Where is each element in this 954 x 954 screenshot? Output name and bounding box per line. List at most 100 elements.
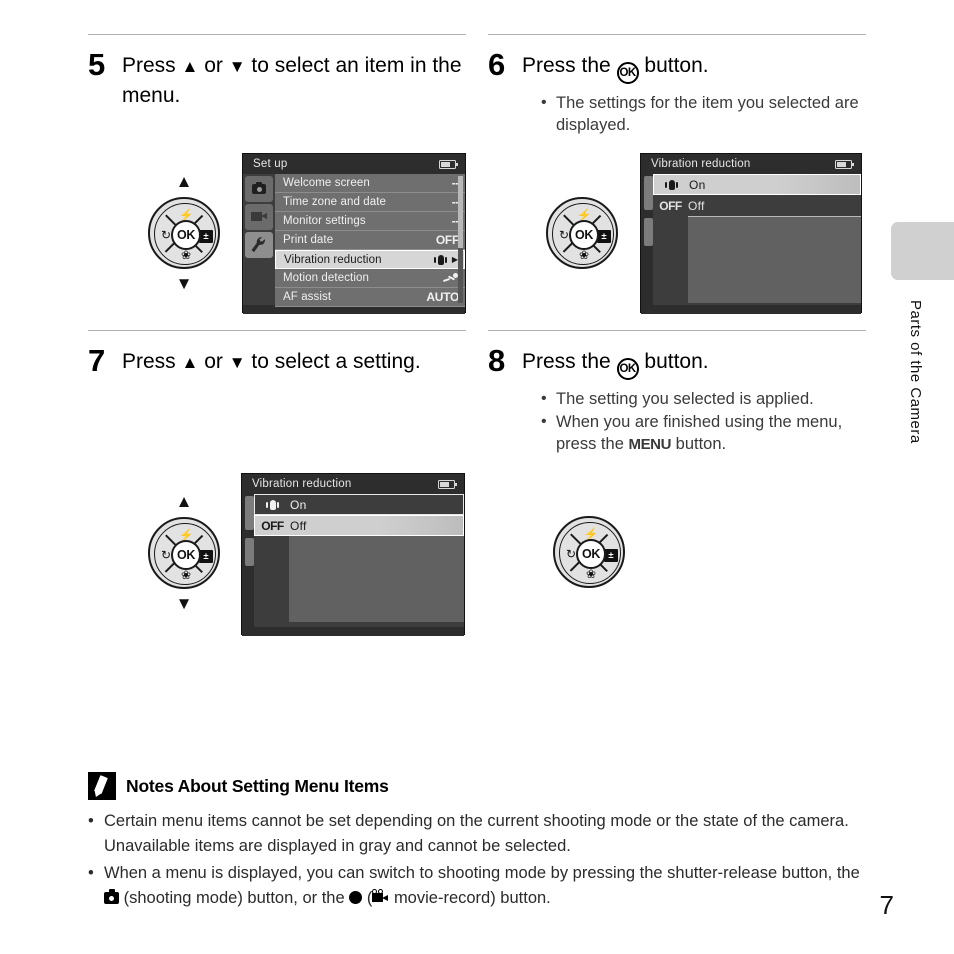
vr-footer bbox=[242, 627, 464, 636]
vr-option-label: On bbox=[689, 177, 706, 192]
bullet-dot-icon: • bbox=[541, 413, 547, 430]
vr-tab-marker bbox=[644, 176, 653, 210]
multi-selector-step-6[interactable]: ⚡ ↻ ± ❀ OK bbox=[546, 197, 618, 269]
step-text-middle: or bbox=[204, 54, 223, 77]
menu-scrollbar-thumb[interactable] bbox=[458, 176, 463, 248]
multi-selector-step-8[interactable]: ⚡ ↻ ± ❀ OK bbox=[553, 516, 625, 588]
vr-options-list: On OFF Off bbox=[653, 174, 861, 305]
vibration-reduction-screen-step-6: Vibration reduction On OFF Off bbox=[640, 153, 862, 314]
motion-detection-icon bbox=[442, 272, 459, 284]
step-8-block: 8 Press the OK button. • The setting you… bbox=[488, 330, 866, 457]
vr-footer bbox=[641, 305, 861, 314]
step-text-before: Press the bbox=[522, 350, 611, 373]
vr-option-label: On bbox=[290, 497, 307, 512]
ok-button[interactable]: OK bbox=[171, 220, 201, 250]
step-text-after: button. bbox=[644, 54, 709, 77]
menu-scrollbar[interactable] bbox=[458, 176, 463, 303]
ok-button[interactable]: OK bbox=[569, 220, 599, 250]
macro-icon[interactable]: ❀ bbox=[583, 567, 599, 581]
vr-option-off[interactable]: OFF Off bbox=[254, 515, 464, 536]
step-text: Press or to select a setting. bbox=[122, 344, 421, 377]
multi-selector-step-7[interactable]: ⚡ ↻ ± ❀ OK ▲ ▼ bbox=[148, 493, 220, 612]
vibration-reduction-icon bbox=[434, 254, 448, 266]
chapter-tab-label: Parts of the Camera bbox=[907, 300, 924, 444]
multi-selector-dial[interactable]: ⚡ ↻ ± ❀ OK bbox=[546, 197, 618, 269]
tab-wrench-icon[interactable] bbox=[245, 232, 273, 258]
step-text: Press the OK button. bbox=[522, 344, 709, 380]
step-5-block: 5 Press or to select an item in the menu… bbox=[88, 34, 466, 110]
setup-menu-titlebar: Set up bbox=[243, 154, 465, 174]
vr-on-icon bbox=[255, 498, 290, 512]
note-text-part1: When a menu is displayed, you can switch… bbox=[104, 864, 860, 882]
macro-icon[interactable]: ❀ bbox=[178, 248, 194, 262]
menu-row-welcome-screen[interactable]: Welcome screen -- bbox=[275, 174, 465, 193]
bullet-dot-icon: • bbox=[88, 812, 94, 830]
step-number: 7 bbox=[88, 343, 106, 378]
tab-movie-camera-icon[interactable] bbox=[245, 204, 273, 230]
divider-line bbox=[88, 34, 466, 35]
menu-row-time-zone-and-date[interactable]: Time zone and date -- bbox=[275, 193, 465, 212]
step-text-after: button. bbox=[644, 350, 709, 373]
arrow-up-icon: ▲ bbox=[175, 492, 193, 511]
macro-icon[interactable]: ❀ bbox=[178, 568, 194, 582]
step-text-before: Press the bbox=[522, 54, 611, 77]
bullet-dot-icon: • bbox=[541, 390, 547, 407]
notes-header: Notes About Setting Menu Items bbox=[88, 772, 874, 800]
pencil-icon bbox=[88, 772, 116, 800]
bullet-text-part2: button. bbox=[675, 435, 727, 453]
chapter-tab-marker bbox=[891, 222, 954, 280]
step-text-after: to select a setting. bbox=[251, 350, 421, 373]
menu-row-vibration-reduction[interactable]: Vibration reduction ▶ bbox=[275, 250, 465, 269]
ok-button[interactable]: OK bbox=[171, 540, 201, 570]
vr-tab-column bbox=[641, 174, 653, 305]
step-text: Press or to select an item in the menu. bbox=[122, 48, 466, 110]
step-7-heading: 7 Press or to select a setting. bbox=[88, 344, 466, 378]
vr-option-on[interactable]: On bbox=[254, 494, 464, 515]
vr-empty-area bbox=[289, 536, 464, 622]
ok-button[interactable]: OK bbox=[576, 539, 606, 569]
note-text: Certain menu items cannot be set dependi… bbox=[104, 812, 849, 855]
multi-selector-step-5[interactable]: ⚡ ↻ ± ❀ OK ▲ ▼ bbox=[148, 173, 220, 292]
vr-off-icon: OFF bbox=[261, 518, 284, 533]
vr-body: On OFF Off bbox=[242, 494, 464, 627]
menu-row-label: Welcome screen bbox=[283, 177, 370, 189]
menu-row-monitor-settings[interactable]: Monitor settings -- bbox=[275, 212, 465, 231]
divider-line bbox=[488, 34, 866, 35]
arrow-down-icon: ▼ bbox=[175, 274, 193, 293]
vr-titlebar: Vibration reduction bbox=[641, 154, 861, 174]
menu-row-label: Time zone and date bbox=[283, 196, 387, 208]
bullet-text: When you are finished using the menu, pr… bbox=[556, 411, 866, 456]
notes-title: Notes About Setting Menu Items bbox=[126, 775, 389, 796]
triangle-up-icon bbox=[182, 54, 199, 77]
step-text-middle: or bbox=[204, 350, 223, 373]
vr-option-off[interactable]: OFF Off bbox=[653, 195, 861, 216]
setup-menu-list: Welcome screen -- Time zone and date -- … bbox=[275, 174, 465, 307]
menu-row-af-assist[interactable]: AF assist AUTO bbox=[275, 288, 465, 307]
vr-empty-area bbox=[688, 217, 861, 303]
vr-options-list: On OFF Off bbox=[254, 494, 464, 627]
bullet-text: The settings for the item you selected a… bbox=[556, 94, 859, 134]
divider-line bbox=[488, 330, 866, 331]
menu-row-print-date[interactable]: Print date OFF bbox=[275, 231, 465, 250]
step-8-bullets: • The setting you selected is applied. •… bbox=[488, 388, 866, 456]
tab-camera-icon[interactable] bbox=[245, 176, 273, 202]
step-text: Press the OK button. bbox=[522, 48, 709, 84]
setup-menu-tab-column bbox=[243, 174, 275, 305]
multi-selector-dial[interactable]: ⚡ ↻ ± ❀ OK bbox=[148, 197, 220, 269]
page-number: 7 bbox=[879, 890, 894, 920]
bullet-item: • When you are finished using the menu, … bbox=[541, 411, 866, 456]
macro-icon[interactable]: ❀ bbox=[576, 248, 592, 262]
vr-option-on[interactable]: On bbox=[653, 174, 861, 195]
vr-titlebar: Vibration reduction bbox=[242, 474, 464, 494]
vr-separator bbox=[688, 216, 861, 217]
battery-icon bbox=[439, 160, 459, 169]
menu-row-label: AF assist bbox=[283, 291, 332, 303]
step-6-block: 6 Press the OK button. • The settings fo… bbox=[488, 34, 866, 137]
bullet-item: • The setting you selected is applied. bbox=[541, 388, 866, 410]
bullet-item: • The settings for the item you selected… bbox=[541, 92, 866, 136]
menu-row-motion-detection[interactable]: Motion detection bbox=[275, 269, 465, 288]
multi-selector-dial[interactable]: ⚡ ↻ ± ❀ OK bbox=[148, 517, 220, 589]
step-number: 8 bbox=[488, 343, 506, 378]
multi-selector-dial[interactable]: ⚡ ↻ ± ❀ OK bbox=[553, 516, 625, 588]
battery-icon bbox=[438, 480, 458, 489]
